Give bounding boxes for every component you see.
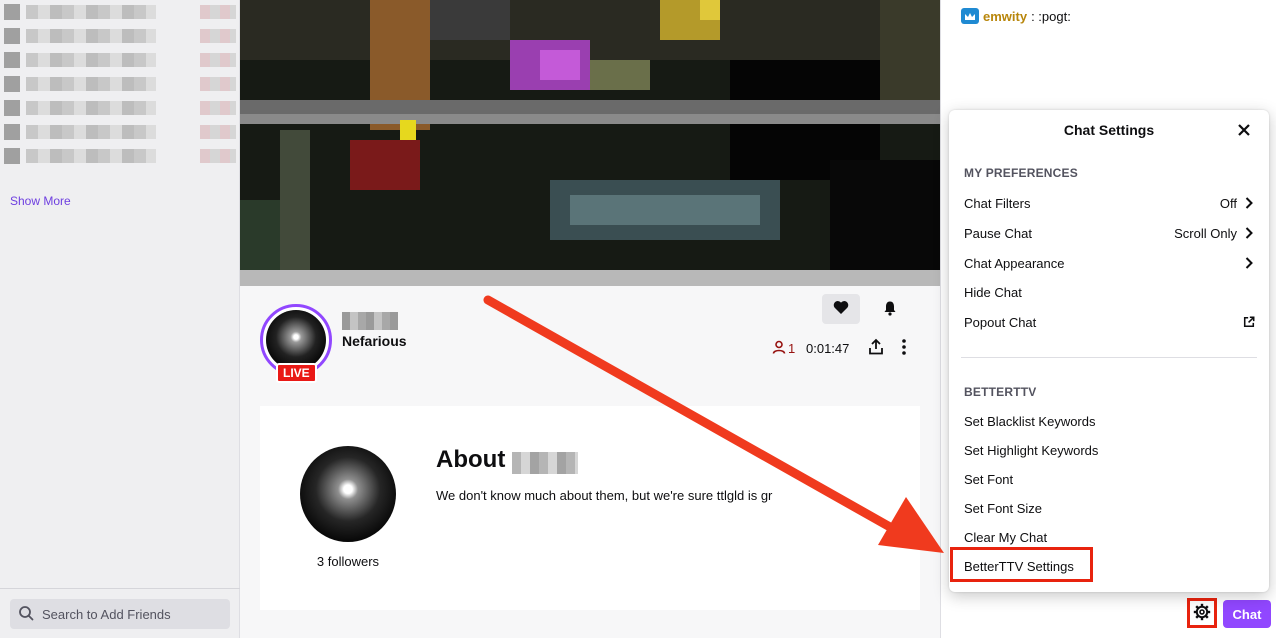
about-name-redacted — [512, 452, 578, 474]
search-friends-input[interactable]: Search to Add Friends — [10, 599, 230, 629]
left-sidebar: Show More Search to Add Friends — [0, 0, 240, 638]
more-options-button[interactable] — [894, 336, 914, 360]
menu-value: Off — [1219, 195, 1237, 211]
followed-channel-item[interactable] — [4, 48, 236, 72]
followed-channel-item[interactable] — [4, 144, 236, 168]
about-title: About — [436, 446, 506, 473]
bell-icon — [882, 300, 898, 319]
gear-icon — [1193, 603, 1211, 624]
chat-message: emwity : :pogt: — [961, 8, 1071, 24]
chat-message-text: : :pogt: — [1031, 8, 1071, 24]
chevron-right-icon — [1243, 227, 1255, 239]
search-icon — [18, 605, 34, 624]
about-description: We don't know much about them, but we're… — [436, 488, 773, 503]
followed-channel-item[interactable] — [4, 96, 236, 120]
followed-channel-item[interactable] — [4, 120, 236, 144]
menu-popout-chat[interactable]: Popout Chat — [955, 309, 1263, 335]
video-frame — [240, 0, 940, 286]
menu-hide-chat[interactable]: Hide Chat — [955, 279, 1263, 305]
followed-channel-item[interactable] — [4, 24, 236, 48]
menu-chat-filters[interactable]: Chat Filters Off — [955, 190, 1263, 216]
annotation-highlight-box — [950, 547, 1093, 582]
menu-label: Chat Appearance — [964, 255, 1065, 271]
close-icon — [1238, 123, 1250, 139]
menu-label: Chat Filters — [964, 195, 1031, 211]
notifications-button[interactable] — [876, 294, 904, 324]
chat-settings-button[interactable] — [1187, 598, 1217, 628]
chat-settings-popup: Chat Settings MY PREFERENCES Chat Filter… — [949, 110, 1269, 592]
chevron-right-icon — [1243, 257, 1255, 269]
viewer-count: 1 — [772, 340, 795, 357]
crown-badge-icon — [961, 8, 979, 24]
menu-label: Set Highlight Keywords — [964, 442, 1099, 458]
menu-label: Hide Chat — [964, 284, 1022, 300]
about-avatar — [300, 446, 396, 542]
followed-channels-list — [4, 0, 236, 168]
follow-button[interactable] — [822, 294, 860, 324]
external-link-icon — [1243, 315, 1255, 329]
menu-chat-appearance[interactable]: Chat Appearance — [955, 250, 1263, 276]
close-button[interactable] — [1233, 120, 1255, 142]
popup-title: Chat Settings — [1063, 122, 1155, 138]
chat-send-button[interactable]: Chat — [1223, 600, 1271, 628]
menu-set-font[interactable]: Set Font — [955, 466, 1263, 492]
kebab-icon — [902, 338, 906, 358]
menu-set-font-size[interactable]: Set Font Size — [955, 495, 1263, 521]
menu-label: Pause Chat — [964, 225, 1032, 241]
divider — [961, 357, 1257, 358]
betterttv-heading: BETTERTTV — [964, 385, 1037, 399]
menu-pause-chat[interactable]: Pause Chat Scroll Only — [955, 220, 1263, 246]
share-button[interactable] — [864, 336, 888, 360]
menu-label: Set Blacklist Keywords — [964, 413, 1096, 429]
stream-uptime: 0:01:47 — [806, 341, 850, 356]
share-icon — [867, 338, 885, 359]
channel-info: LIVE Nefarious 1 0:01:47 3 followers Abo… — [240, 286, 940, 638]
heart-icon — [833, 300, 849, 318]
my-preferences-heading: MY PREFERENCES — [964, 166, 1078, 180]
person-icon — [772, 340, 786, 357]
chat-username[interactable]: emwity — [983, 9, 1027, 24]
chevron-right-icon — [1243, 197, 1255, 209]
menu-label: Popout Chat — [964, 314, 1037, 330]
video-player[interactable] — [240, 0, 940, 286]
followed-channel-item[interactable] — [4, 0, 236, 24]
follower-count: 3 followers — [316, 554, 380, 569]
show-more-link[interactable]: Show More — [10, 194, 71, 208]
divider — [0, 588, 240, 589]
followed-channel-item[interactable] — [4, 72, 236, 96]
menu-label: Set Font — [964, 471, 1014, 487]
menu-value: Scroll Only — [1174, 225, 1237, 241]
about-panel: 3 followers About We don't know much abo… — [260, 406, 920, 610]
stream-category[interactable]: Nefarious — [342, 333, 407, 349]
search-placeholder: Search to Add Friends — [42, 606, 171, 622]
menu-set-highlight-keywords[interactable]: Set Highlight Keywords — [955, 437, 1263, 463]
viewer-count-value: 1 — [788, 341, 796, 356]
live-badge: LIVE — [276, 363, 317, 383]
menu-set-blacklist-keywords[interactable]: Set Blacklist Keywords — [955, 408, 1263, 434]
channel-name-redacted — [342, 312, 398, 330]
menu-label: Set Font Size — [964, 500, 1043, 516]
menu-label: Clear My Chat — [964, 529, 1048, 545]
